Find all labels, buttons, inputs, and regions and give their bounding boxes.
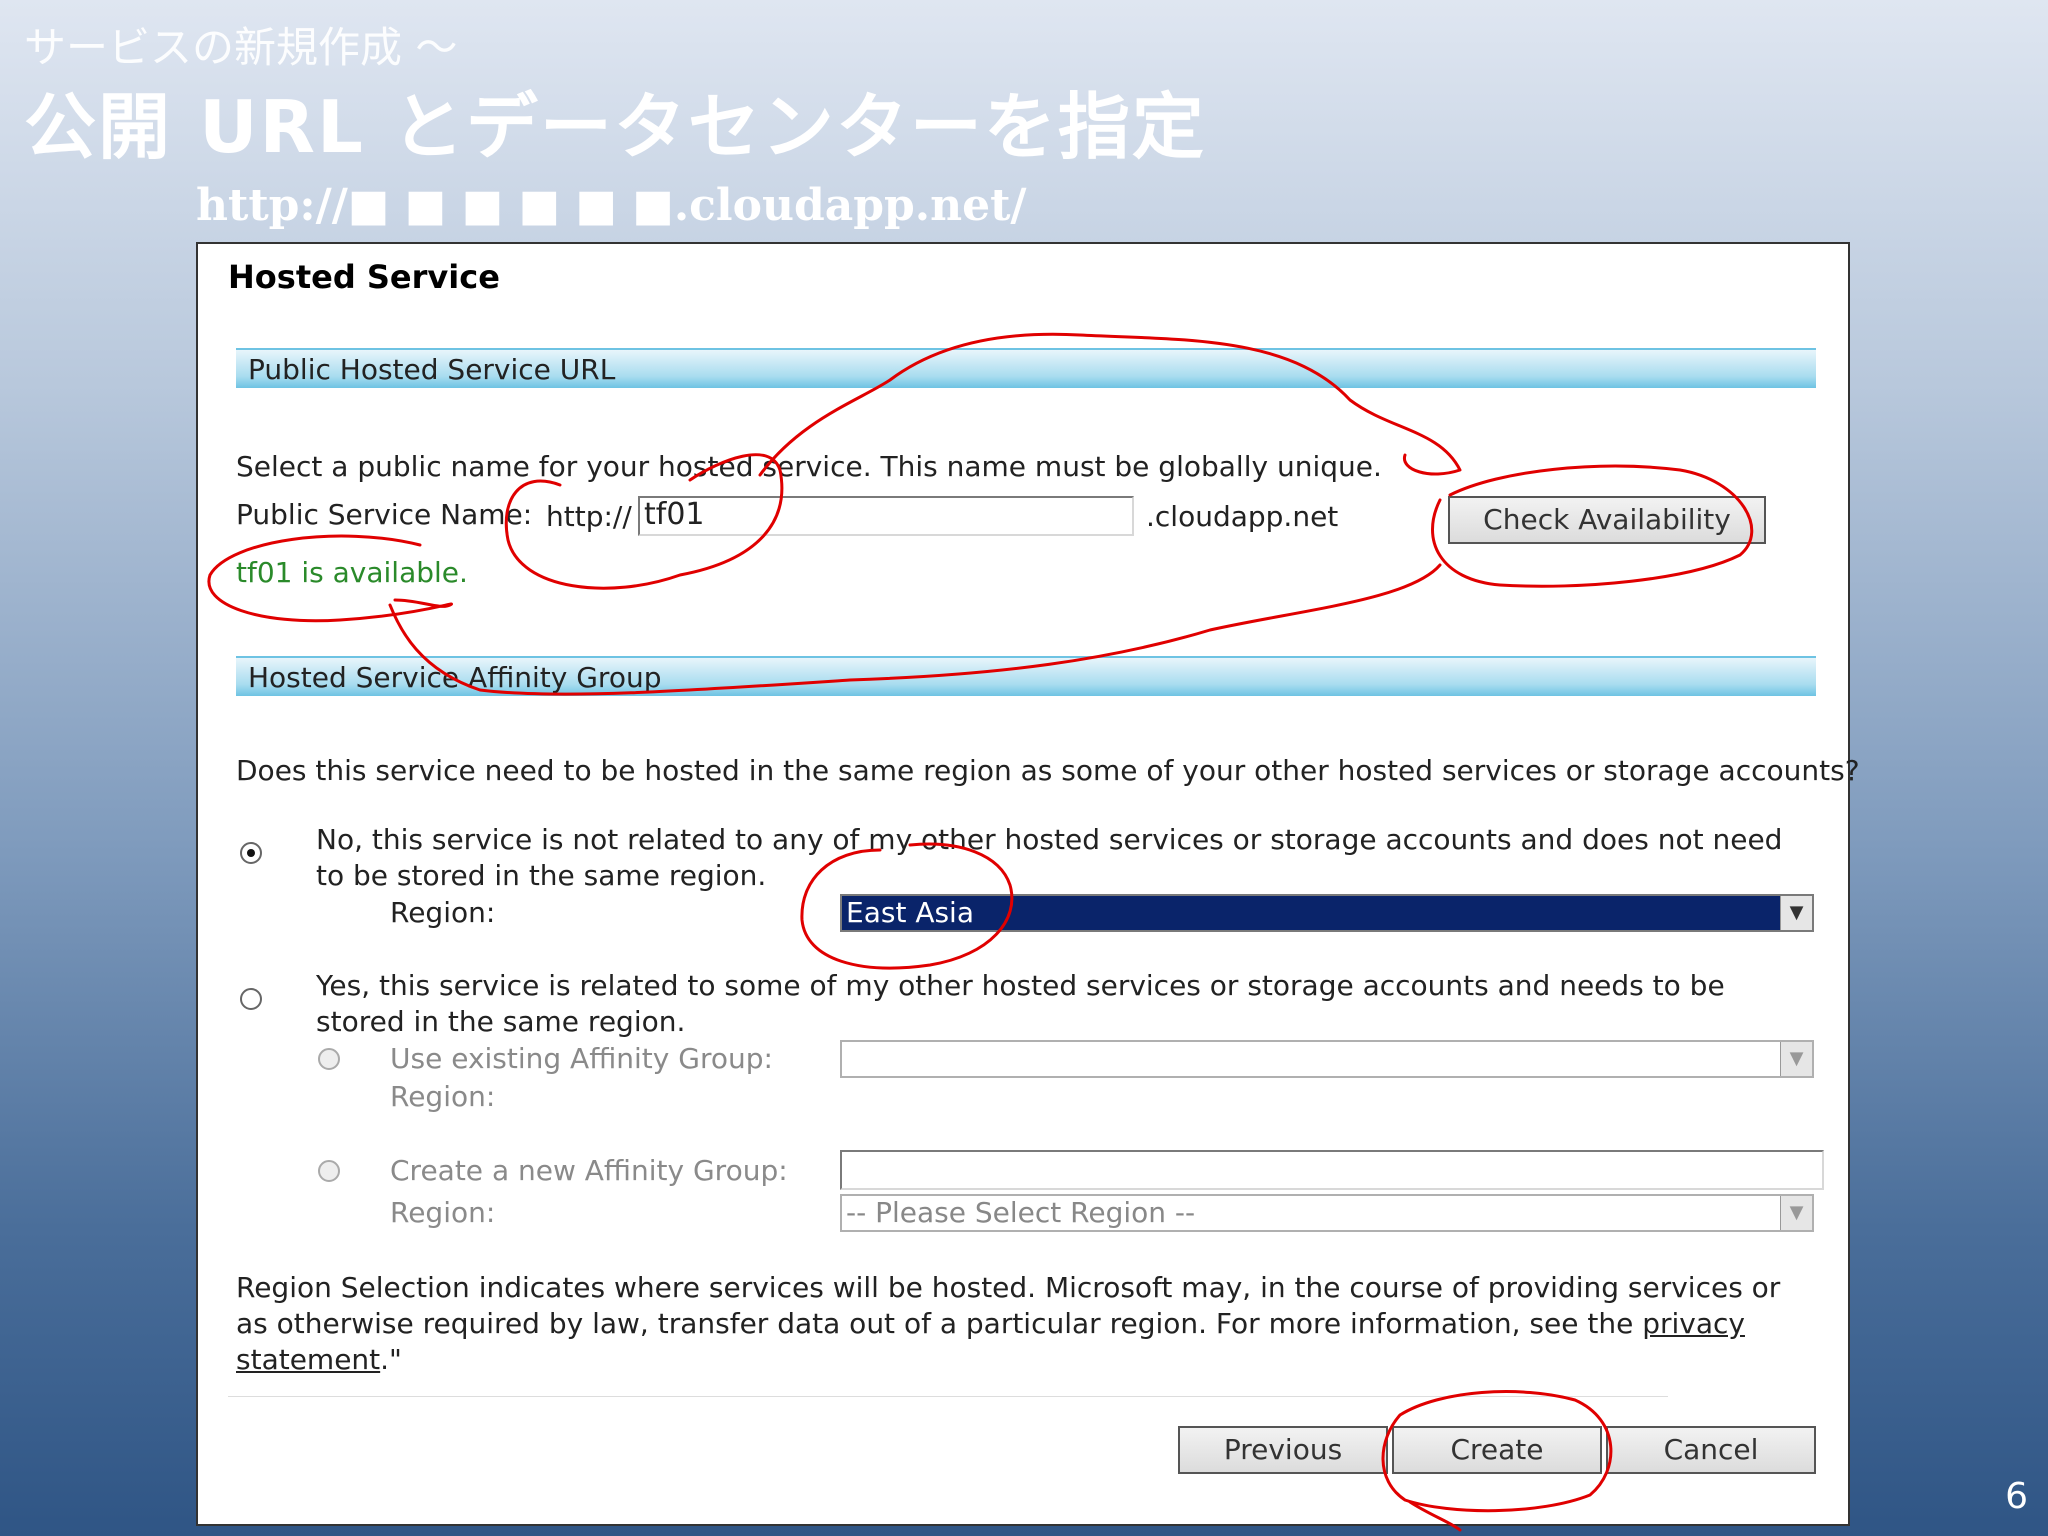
- region-select[interactable]: East Asia ▼: [840, 894, 1814, 932]
- new-group-name-input[interactable]: [840, 1150, 1824, 1190]
- url-section-header: Public Hosted Service URL: [236, 348, 1816, 388]
- chevron-down-icon[interactable]: ▼: [1780, 1042, 1812, 1076]
- region-select-value: East Asia: [846, 896, 974, 929]
- public-service-name-label: Public Service Name:: [236, 498, 533, 531]
- new-region-select[interactable]: -- Please Select Region -- ▼: [840, 1194, 1814, 1232]
- new-region-label: Region:: [390, 1196, 496, 1229]
- radio-use-existing-group[interactable]: [318, 1048, 340, 1070]
- public-service-name-input[interactable]: tf01: [638, 496, 1134, 536]
- create-button[interactable]: Create: [1392, 1426, 1602, 1474]
- existing-region-label: Region:: [390, 1080, 496, 1113]
- region-label: Region:: [390, 896, 496, 929]
- affinity-section-header: Hosted Service Affinity Group: [236, 656, 1816, 696]
- region-selection-note: Region Selection indicates where service…: [236, 1270, 1796, 1378]
- radio-not-related[interactable]: [240, 842, 262, 864]
- region-note-end: .": [380, 1343, 402, 1376]
- radio-related[interactable]: [240, 988, 262, 1010]
- url-prefix: http://: [546, 500, 632, 533]
- use-existing-group-label: Use existing Affinity Group:: [390, 1042, 773, 1075]
- chevron-down-icon[interactable]: ▼: [1780, 896, 1812, 930]
- check-availability-button[interactable]: Check Availability: [1448, 496, 1766, 544]
- page-number: 6: [2005, 1476, 2028, 1517]
- slide-title: 公開 URL とデータセンターを指定: [24, 85, 1206, 169]
- affinity-question: Does this service need to be hosted in t…: [236, 754, 1860, 787]
- cancel-button[interactable]: Cancel: [1606, 1426, 1816, 1474]
- url-pattern: http://■ ■ ■ ■ ■ ■.cloudapp.net/: [196, 180, 1027, 231]
- previous-button[interactable]: Previous: [1178, 1426, 1388, 1474]
- availability-message: tf01 is available.: [236, 556, 468, 589]
- footer-divider: [228, 1396, 1668, 1397]
- create-new-group-label: Create a new Affinity Group:: [390, 1154, 788, 1187]
- option-not-related-label: No, this service is not related to any o…: [316, 823, 1783, 892]
- option-related-label: Yes, this service is related to some of …: [316, 969, 1725, 1038]
- radio-create-new-group[interactable]: [318, 1160, 340, 1182]
- chevron-down-icon[interactable]: ▼: [1780, 1196, 1812, 1230]
- hosted-service-dialog: Hosted Service Public Hosted Service URL…: [196, 242, 1860, 1526]
- dialog-title: Hosted Service: [228, 258, 500, 296]
- url-suffix: .cloudapp.net: [1146, 500, 1339, 533]
- url-instruction: Select a public name for your hosted ser…: [236, 450, 1382, 483]
- new-region-select-value: -- Please Select Region --: [846, 1196, 1196, 1229]
- existing-group-select[interactable]: ▼: [840, 1040, 1814, 1078]
- region-note-text: Region Selection indicates where service…: [236, 1271, 1781, 1340]
- slide-subtitle: サービスの新規作成 ～: [24, 23, 458, 72]
